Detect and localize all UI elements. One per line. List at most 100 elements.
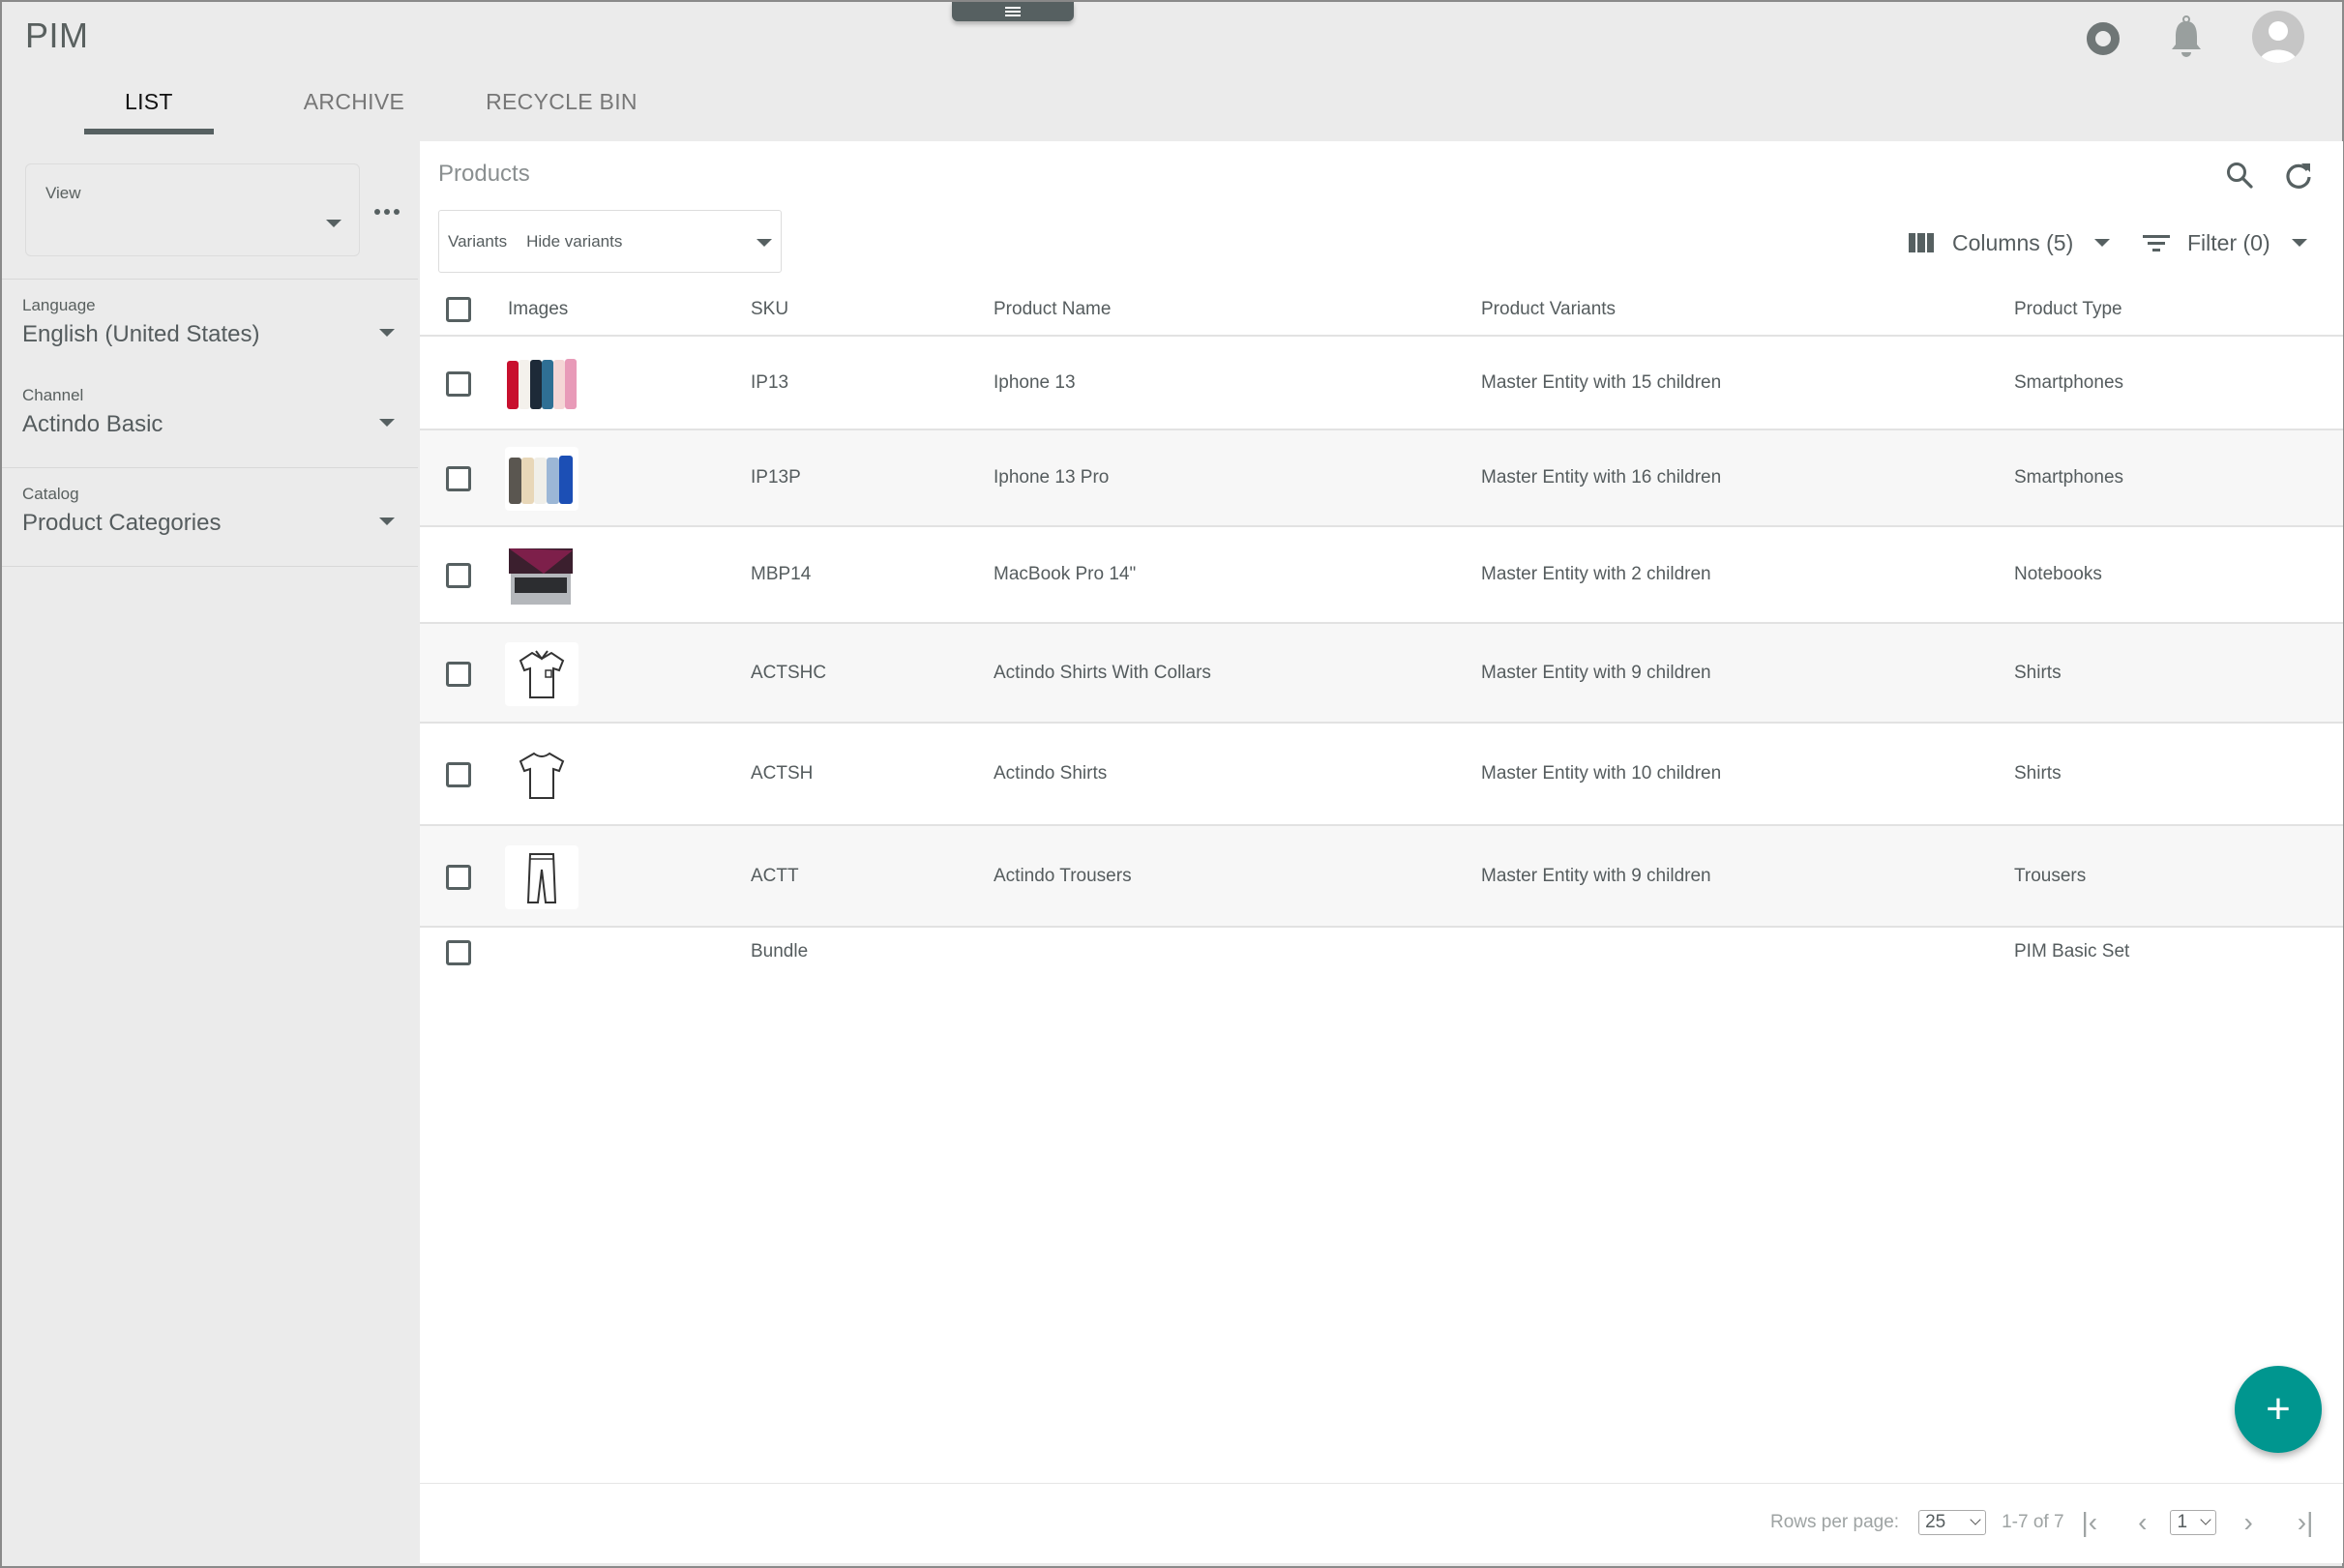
cell-product-type: Smartphones — [2014, 467, 2124, 488]
bell-icon[interactable] — [2169, 15, 2204, 58]
chevron-down-icon — [2200, 1514, 2212, 1525]
search-icon[interactable] — [2225, 161, 2254, 190]
filter-label: Filter (0) — [2187, 229, 2270, 255]
avatar-icon — [2259, 21, 2298, 63]
tab-bar: LIST ARCHIVE RECYCLE BIN — [84, 89, 638, 134]
chevron-down-icon — [2291, 239, 2307, 247]
tab-archive[interactable]: ARCHIVE — [304, 89, 404, 133]
next-page-button[interactable]: › — [2243, 1507, 2252, 1538]
collar-shirt-image — [505, 641, 579, 706]
chevron-right-icon: › — [2243, 1507, 2253, 1537]
chevron-down-icon — [379, 329, 395, 337]
cell-sku: ACTSHC — [751, 662, 827, 683]
cell-sku: Bundle — [751, 941, 809, 962]
table-row[interactable]: MBP14 MacBook Pro 14" Master Entity with 2… — [420, 525, 2343, 622]
chevron-down-icon — [757, 239, 772, 247]
row-checkbox[interactable] — [446, 370, 471, 397]
table-row[interactable]: IP13 Iphone 13 Master Entity with 15 child… — [420, 335, 2343, 429]
cell-product-variants: Master Entity with 16 children — [1481, 467, 1722, 488]
column-header-sku[interactable]: SKU — [751, 299, 788, 320]
cell-product-type: Trousers — [2014, 865, 2087, 886]
table-row[interactable]: IP13P Iphone 13 Pro Master Entity with 16 … — [420, 429, 2343, 525]
hamburger-icon — [1005, 11, 1021, 13]
page-select[interactable]: 1 — [2170, 1510, 2217, 1535]
rows-per-page-label: Rows per page: — [1770, 1512, 1900, 1532]
previous-page-button[interactable]: ‹ — [2138, 1507, 2147, 1538]
catalog-select[interactable]: Catalog Product Categories — [22, 485, 395, 537]
cell-product-name[interactable]: Iphone 13 Pro — [994, 467, 1109, 488]
column-header-product-variants[interactable]: Product Variants — [1481, 299, 1616, 320]
cell-product-name[interactable]: MacBook Pro 14" — [994, 564, 1136, 585]
row-checkbox[interactable] — [446, 762, 471, 787]
refresh-icon[interactable] — [2284, 161, 2313, 190]
language-value: English (United States) — [22, 321, 260, 347]
first-page-button[interactable]: |‹ — [2082, 1507, 2098, 1538]
cell-product-variants: Master Entity with 9 children — [1481, 662, 1711, 683]
dot-icon — [394, 209, 400, 215]
cell-product-name[interactable]: Actindo Trousers — [994, 866, 1132, 887]
row-checkbox[interactable] — [446, 661, 471, 687]
table-row[interactable]: ACTT Actindo Trousers Master Entity with 9… — [420, 824, 2343, 926]
row-checkbox[interactable] — [446, 864, 471, 890]
cell-product-name[interactable]: Actindo Shirts With Collars — [994, 663, 1211, 684]
last-page-button[interactable]: ›| — [2298, 1507, 2314, 1538]
column-header-product-name[interactable]: Product Name — [994, 299, 1111, 320]
dot-icon — [374, 209, 380, 215]
more-options-button[interactable] — [374, 209, 400, 215]
cell-product-name[interactable]: Iphone 13 — [994, 372, 1076, 394]
columns-label: Columns (5) — [1952, 229, 2074, 255]
view-select[interactable]: View — [25, 163, 360, 256]
tshirt-image — [505, 743, 579, 807]
cell-sku: IP13 — [751, 371, 789, 393]
cell-sku: MBP14 — [751, 564, 812, 584]
add-product-button[interactable]: + — [2235, 1366, 2322, 1453]
row-checkbox[interactable] — [446, 466, 471, 491]
chevron-down-icon — [326, 220, 341, 227]
chevron-down-icon — [1970, 1514, 1981, 1525]
variants-select[interactable]: Variants Hide variants — [438, 210, 782, 273]
column-header-product-type[interactable]: Product Type — [2014, 299, 2122, 320]
row-checkbox[interactable] — [446, 940, 471, 965]
catalog-value: Product Categories — [22, 510, 222, 536]
cell-product-type: Smartphones — [2014, 371, 2124, 393]
variants-value: Hide variants — [526, 231, 623, 251]
select-all-checkbox[interactable] — [446, 297, 471, 322]
pagination: Rows per page: 25 1-7 of 7 |‹ ‹ 1 › ›| — [1770, 1507, 2314, 1538]
cell-product-type: Shirts — [2014, 662, 2062, 683]
filter-icon — [2143, 233, 2170, 252]
table-row[interactable]: Bundle PIM Basic Set — [420, 926, 2343, 984]
rows-per-page-value: 25 — [1925, 1512, 1946, 1532]
macbook-pro-image — [505, 544, 579, 607]
trousers-image — [505, 844, 579, 909]
dot-icon — [384, 209, 390, 215]
chevron-down-icon — [2094, 239, 2111, 247]
divider — [2, 566, 418, 567]
table-row[interactable]: ACTSHC Actindo Shirts With Collars Master … — [420, 622, 2343, 722]
menu-toggle-button[interactable] — [952, 2, 1074, 21]
language-select[interactable]: Language English (United States) — [22, 296, 395, 348]
channel-select[interactable]: Channel Actindo Basic — [22, 386, 395, 438]
filter-button[interactable]: Filter (0) — [2143, 228, 2307, 257]
cell-product-type: Notebooks — [2014, 564, 2102, 584]
tab-recycle-bin[interactable]: RECYCLE BIN — [486, 89, 638, 133]
products-panel: Products Variants Hide variants Columns … — [420, 141, 2343, 1563]
cell-product-name[interactable]: Actindo Shirts — [994, 763, 1107, 784]
tab-list[interactable]: LIST — [84, 89, 214, 134]
user-avatar[interactable] — [2252, 11, 2304, 63]
iphone-13-pro-image — [505, 447, 579, 511]
table-row[interactable]: ACTSH Actindo Shirts Master Entity with 10… — [420, 722, 2343, 824]
row-checkbox[interactable] — [446, 563, 471, 588]
rows-per-page-select[interactable]: 25 — [1918, 1510, 1987, 1535]
divider — [2, 279, 418, 280]
status-ring-icon[interactable] — [2087, 22, 2120, 55]
columns-button[interactable]: Columns (5) — [1909, 228, 2111, 257]
cell-sku: ACTSH — [751, 763, 814, 784]
channel-value: Actindo Basic — [22, 411, 163, 437]
catalog-label: Catalog — [22, 485, 79, 503]
panel-title: Products — [438, 161, 530, 187]
column-header-images[interactable]: Images — [508, 299, 568, 320]
first-page-icon: |‹ — [2081, 1507, 2098, 1537]
last-page-icon: ›| — [2297, 1507, 2314, 1537]
footer-divider — [420, 1483, 2343, 1484]
cell-sku: IP13P — [751, 467, 801, 488]
